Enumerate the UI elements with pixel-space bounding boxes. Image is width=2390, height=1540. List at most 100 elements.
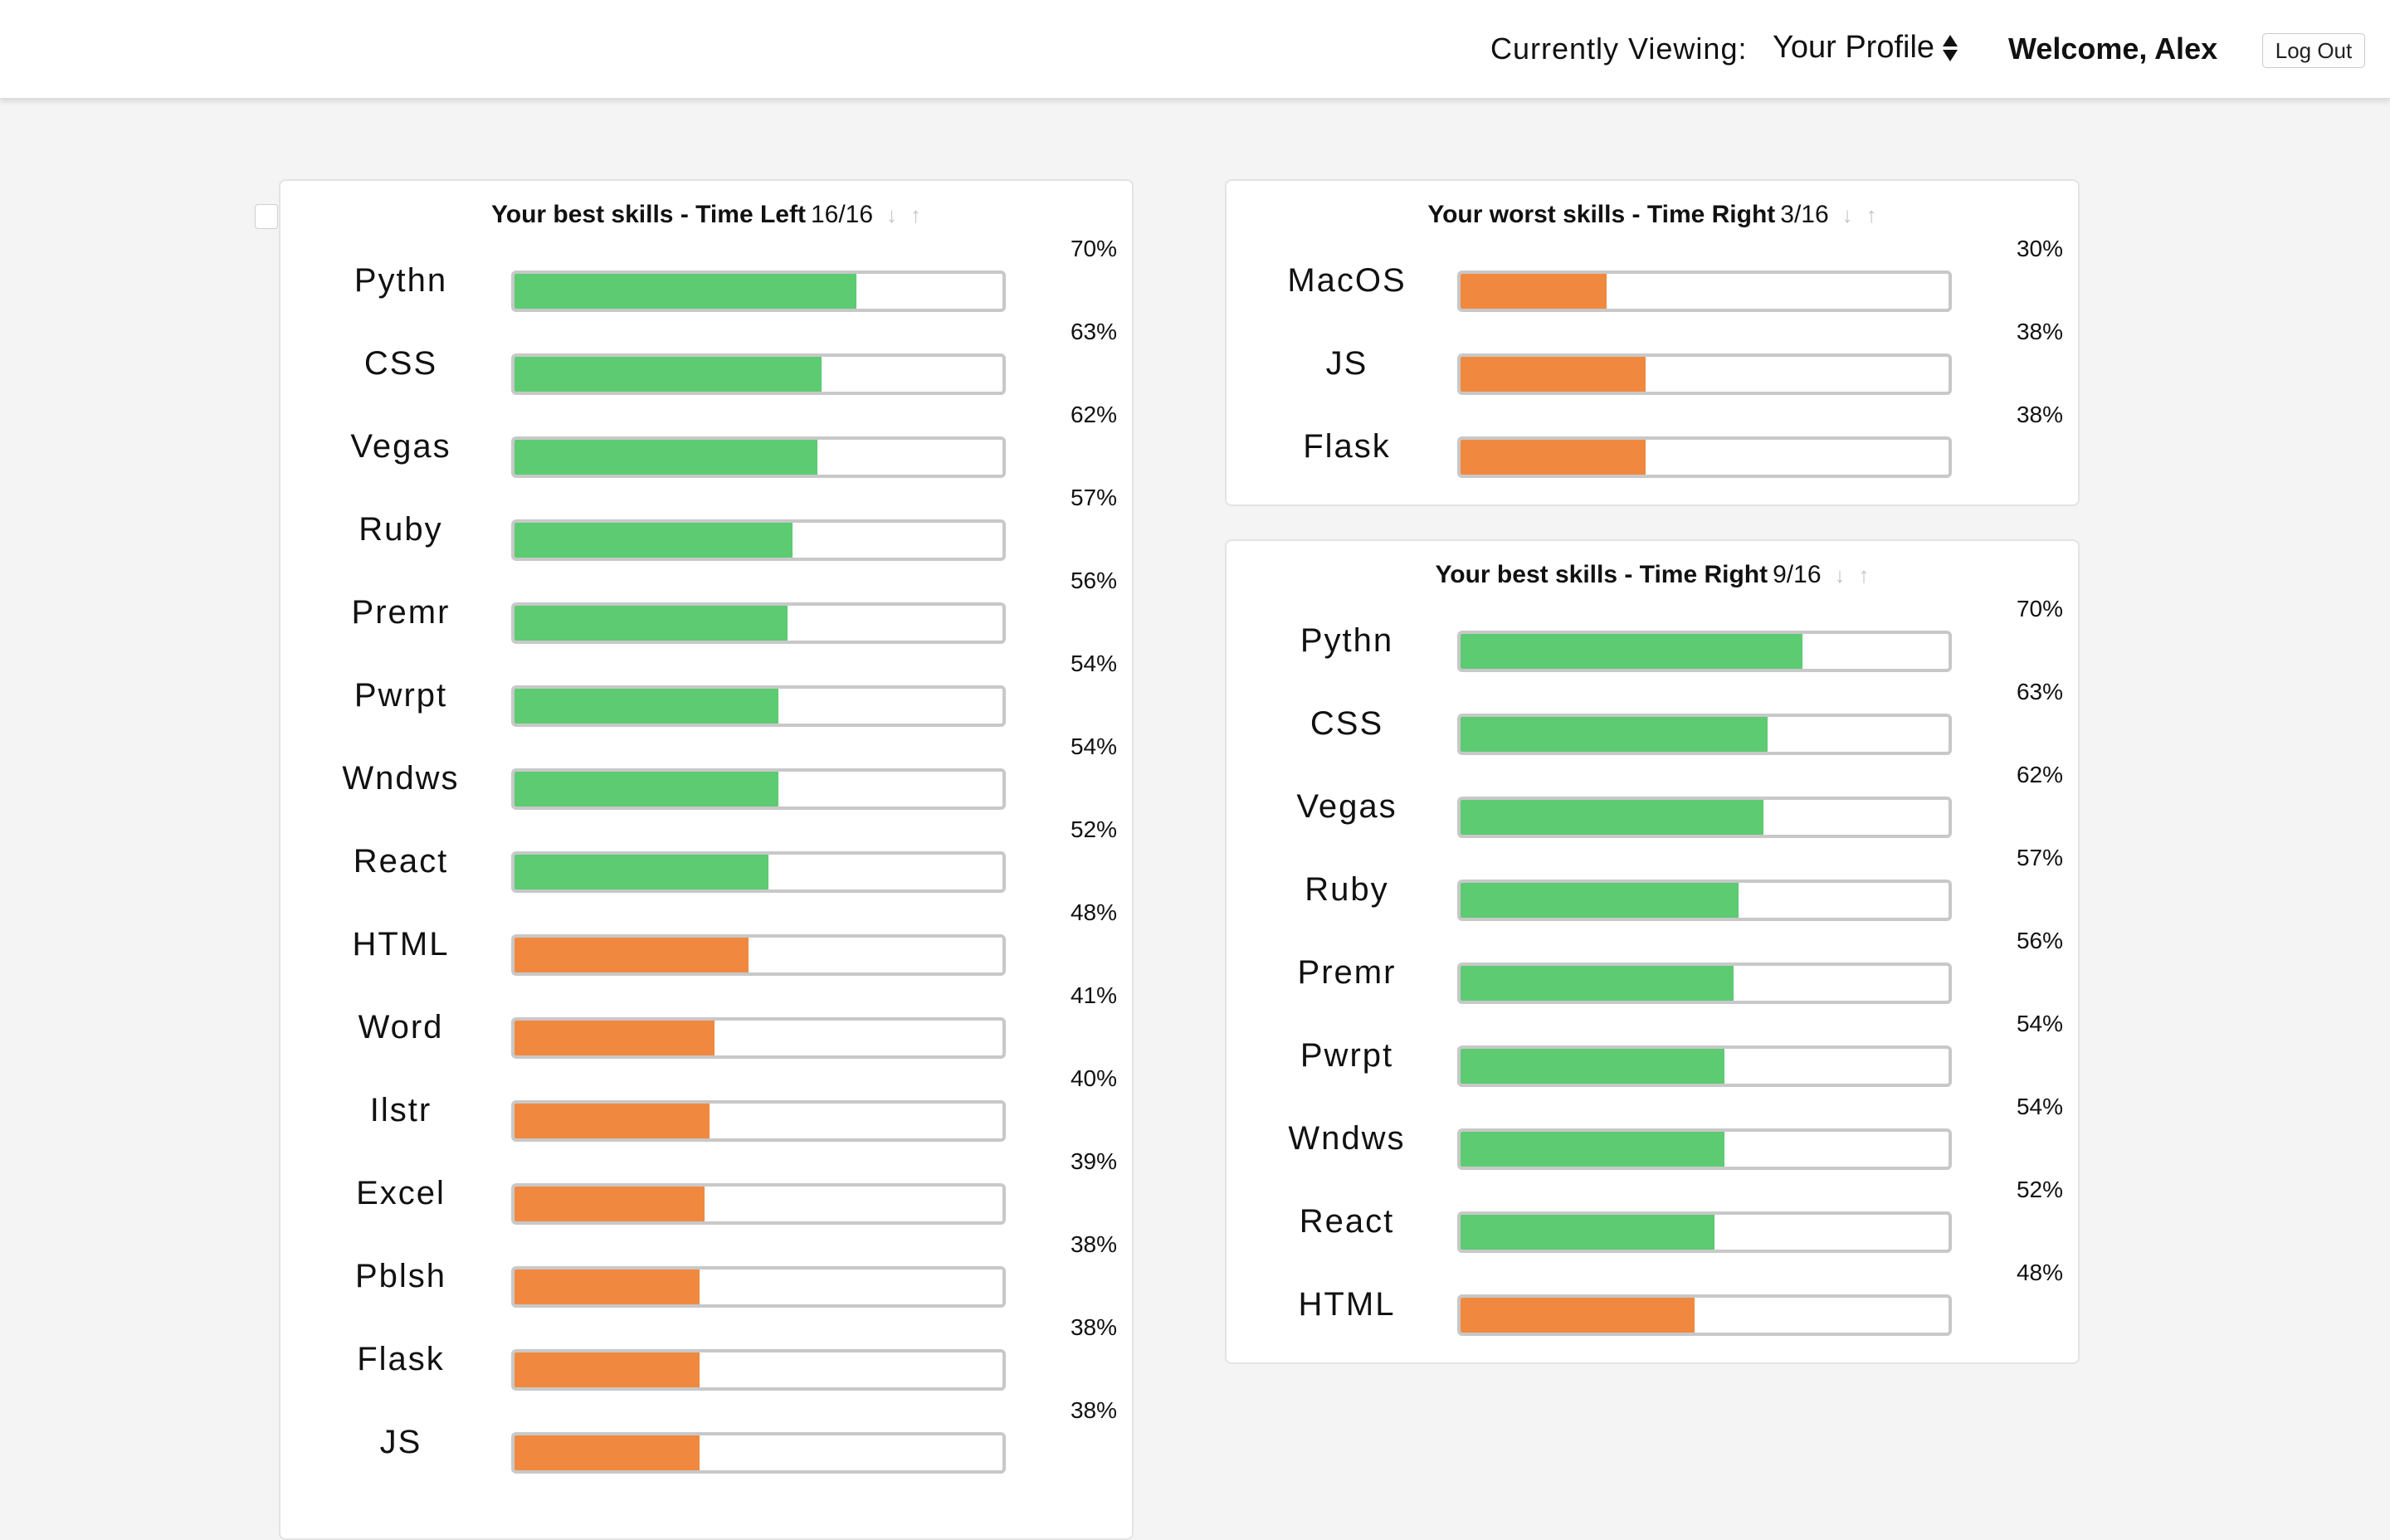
skill-row: Pblsh 38% [280,1231,1132,1316]
skill-name: React [353,843,449,880]
skill-name: Word [358,1009,444,1045]
skill-name: Pythn [1300,622,1394,659]
skill-progress-bar [511,270,1006,312]
skill-percent: 48% [2016,1260,2063,1285]
skill-progress-bar [1457,353,1952,395]
panel-checkbox[interactable] [255,204,278,229]
skill-percent: 62% [1070,402,1117,427]
skill-name: Wndws [342,760,460,797]
skill-name: JS [379,1424,422,1460]
panel-count: 9/16 [1773,561,1822,588]
skill-progress-bar [511,1349,1006,1391]
logout-button[interactable]: Log Out [2262,33,2365,68]
skill-name: Premr [351,594,451,631]
skill-progress-fill [515,855,768,889]
viewing-label: Currently Viewing: [1490,32,1748,66]
skill-percent: 52% [2016,1177,2063,1202]
skill-progress-fill [1461,634,1802,669]
panel-title: Your best skills - Time Right 9/16 ↓ ↑ [1227,561,2078,597]
skill-percent: 38% [1070,1314,1117,1340]
skill-progress-bar [511,1183,1006,1225]
sort-down-icon[interactable]: ↓ [886,202,897,228]
skill-percent: 63% [2016,679,2063,704]
skill-name: HTML [1298,1286,1396,1323]
skill-progress-fill [515,1104,710,1138]
skill-progress-fill [515,606,788,641]
skill-row: HTML 48% [1227,1260,2078,1344]
skill-progress-fill [1461,274,1607,309]
skill-name: Pblsh [354,1258,447,1294]
skill-progress-fill [515,772,778,807]
skill-name: Flask [357,1341,445,1377]
top-bar: Currently Viewing: Your Profile Welcome,… [0,0,2390,99]
skill-progress-bar [511,934,1006,976]
skill-percent: 56% [1070,568,1117,593]
skill-percent: 41% [1070,982,1117,1008]
skill-progress-bar [1457,962,1952,1004]
skill-list: Pythn 70% CSS 63% Vegas 62% Ruby 57% Premr 56% Pwr… [1227,596,2078,1344]
skill-row: HTML 48% [280,899,1132,984]
skill-name: React [1299,1203,1395,1240]
skill-percent: 40% [1070,1065,1117,1091]
skill-name: Pwrpt [1300,1037,1394,1074]
skill-progress-fill [515,1352,700,1387]
sort-down-icon[interactable]: ↓ [1842,202,1853,228]
skill-progress-fill [515,357,822,392]
skill-name: Vegas [1296,788,1397,825]
skill-name: MacOS [1287,262,1407,299]
skill-row: CSS 63% [280,319,1132,403]
skill-row: Excel 39% [280,1148,1132,1233]
worst-skills-time-right-panel: Your worst skills - Time Right 3/16 ↓ ↑ Mac… [1225,179,2080,506]
skill-row: Ilstr 40% [280,1065,1132,1150]
skill-row: Vegas 62% [1227,762,2078,846]
panel-title: Your worst skills - Time Right 3/16 ↓ ↑ [1227,201,2078,237]
skill-name: CSS [1310,705,1384,742]
skill-row: Wndws 54% [1227,1094,2078,1178]
skill-row: MacOS 30% [1227,236,2078,320]
sort-down-icon[interactable]: ↓ [1835,563,1846,588]
skill-percent: 57% [1070,485,1117,510]
skill-row: Word 41% [280,982,1132,1067]
skill-row: Premr 56% [1227,928,2078,1012]
skill-progress-fill [515,274,856,309]
skill-progress-bar [1457,880,1952,921]
panel-count: 3/16 [1780,201,1829,228]
skill-progress-fill [515,1270,700,1304]
skill-progress-fill [515,440,817,475]
skill-progress-bar [511,1100,1006,1142]
skill-progress-fill [1461,883,1739,918]
panel-title-text: Your best skills - Time Right [1435,561,1768,588]
skill-row: JS 38% [280,1397,1132,1482]
skill-progress-fill [515,1021,715,1055]
profile-select-value: Your Profile [1773,30,1935,65]
skill-name: HTML [352,926,450,962]
skill-row: Ruby 57% [280,485,1132,569]
skill-name: Wndws [1288,1120,1406,1157]
skill-row: Flask 38% [1227,402,2078,486]
skill-row: React 52% [280,816,1132,901]
skill-percent: 54% [2016,1011,2063,1036]
skill-progress-fill [515,523,793,558]
sort-up-icon[interactable]: ↑ [1859,563,1870,588]
skill-progress-bar [1457,714,1952,755]
skill-row: JS 38% [1227,319,2078,403]
skill-progress-bar [1457,270,1952,312]
select-arrows-icon [1943,33,1958,63]
skill-progress-fill [1461,1298,1695,1333]
sort-up-icon[interactable]: ↑ [910,202,921,228]
profile-select[interactable]: Your Profile [1773,30,1958,66]
skill-progress-bar [511,1017,1006,1059]
skill-progress-bar [511,1266,1006,1308]
skill-progress-bar [511,851,1006,893]
sort-up-icon[interactable]: ↑ [1866,202,1877,228]
skill-progress-bar [511,685,1006,727]
skill-row: Wndws 54% [280,733,1132,818]
skill-percent: 63% [1070,319,1117,344]
skill-list: Pythn 70% CSS 63% Vegas 62% Ruby 57% Premr 56% Pwr… [280,236,1132,1482]
skill-row: Pwrpt 54% [280,651,1132,735]
skill-progress-bar [1457,797,1952,838]
skill-name: Ilstr [369,1092,432,1128]
skill-name: Premr [1297,954,1397,991]
skill-percent: 57% [2016,845,2063,870]
skill-percent: 38% [2016,319,2063,344]
